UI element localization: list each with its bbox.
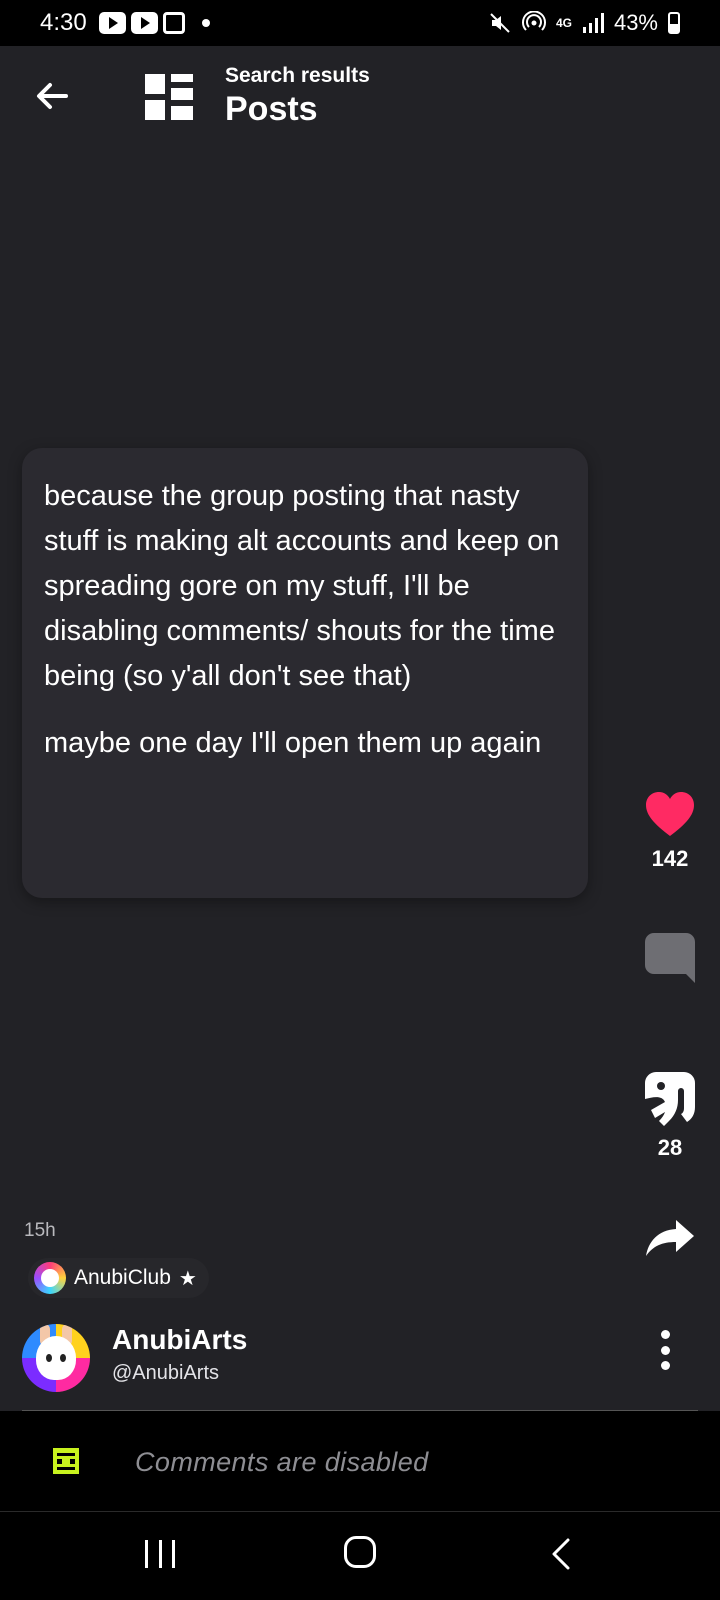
gallery-icon xyxy=(162,12,185,34)
signal-icon xyxy=(582,13,604,33)
post-card[interactable]: because the group posting that nasty stu… xyxy=(22,448,588,898)
mute-icon xyxy=(490,13,510,33)
battery-icon xyxy=(668,12,680,34)
dot-icon xyxy=(201,19,210,27)
author-handle[interactable]: @AnubiArts xyxy=(112,1362,219,1385)
system-icons: 4G 43% xyxy=(488,10,680,36)
page-title: Posts xyxy=(225,90,318,128)
share-arrow-icon[interactable] xyxy=(644,1218,696,1258)
reblog-icon[interactable] xyxy=(644,1071,696,1127)
comment-bubble-icon[interactable] xyxy=(644,932,696,984)
community-chip[interactable]: AnubiClub ★ xyxy=(28,1258,209,1298)
star-icon: ★ xyxy=(178,1267,197,1290)
comment-button[interactable] xyxy=(640,932,700,984)
notification-icons xyxy=(98,12,210,34)
more-options-icon[interactable] xyxy=(658,1330,672,1370)
back-arrow-icon[interactable] xyxy=(34,78,70,114)
like-button[interactable]: 142 xyxy=(640,790,700,872)
author-name[interactable]: AnubiArts xyxy=(112,1324,247,1356)
community-name: AnubiClub xyxy=(74,1266,171,1289)
header: Search results Posts xyxy=(0,46,720,156)
app-logo-icon xyxy=(145,74,193,120)
avatar[interactable] xyxy=(22,1324,90,1392)
author-row[interactable]: AnubiArts @AnubiArts xyxy=(22,1322,702,1392)
share-button[interactable] xyxy=(640,1218,700,1258)
comments-disabled-text: Comments are disabled xyxy=(135,1447,429,1477)
post-timestamp: 15h xyxy=(24,1220,56,1241)
status-bar: 4:30 4G 43% xyxy=(0,0,720,46)
hotspot-icon xyxy=(521,11,546,31)
header-subtitle: Search results xyxy=(225,64,370,87)
comments-disabled-icon xyxy=(53,1448,79,1474)
youtube-icon xyxy=(130,12,158,34)
status-time: 4:30 xyxy=(40,9,87,36)
battery-percent: 43% xyxy=(613,10,658,35)
like-count: 142 xyxy=(651,846,689,871)
heart-icon[interactable] xyxy=(644,790,696,838)
network-type: 4G xyxy=(555,16,572,30)
system-nav-bar xyxy=(0,1512,720,1600)
home-icon[interactable] xyxy=(344,1536,376,1568)
community-avatar xyxy=(34,1262,66,1294)
reblog-button[interactable]: 28 xyxy=(640,1071,700,1161)
youtube-icon xyxy=(98,12,126,34)
reblog-count: 28 xyxy=(657,1135,683,1160)
post-text: maybe one day I'll open them up again xyxy=(44,727,542,759)
nav-back-icon[interactable] xyxy=(548,1538,576,1570)
comments-bar: Comments are disabled xyxy=(0,1411,720,1511)
recents-icon[interactable] xyxy=(145,1540,175,1568)
post-text: because the group posting that nasty stu… xyxy=(44,480,560,692)
